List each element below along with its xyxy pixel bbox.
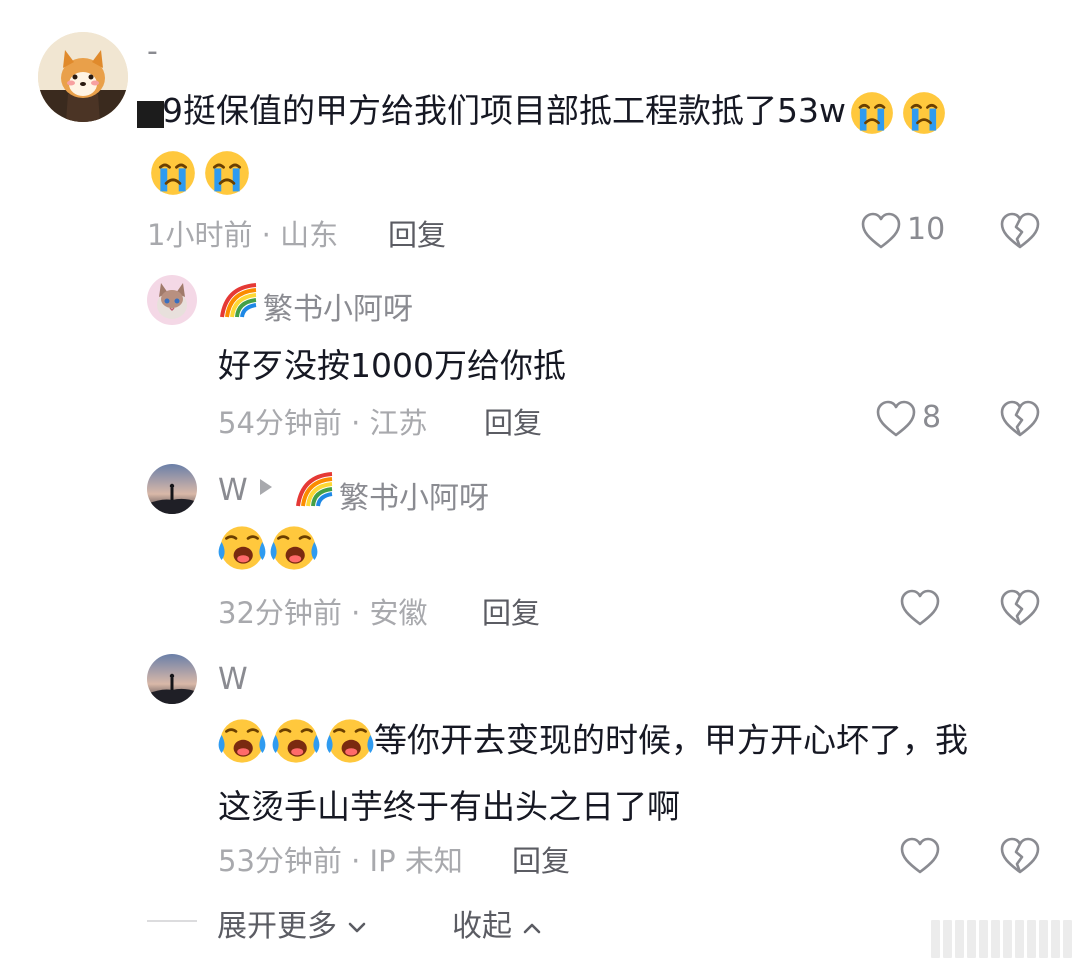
expand-more-button[interactable]: 展开更多 bbox=[217, 901, 367, 945]
cry-emoji-icon bbox=[849, 90, 894, 135]
avatar-silhouette[interactable] bbox=[147, 464, 197, 514]
chevron-up-icon bbox=[523, 923, 540, 933]
chevron-down-icon bbox=[348, 922, 365, 932]
cry-emoji-icon bbox=[901, 90, 946, 135]
reply-meta: 32分钟前 · 安徽 bbox=[218, 596, 428, 630]
avatar-cat[interactable] bbox=[147, 275, 197, 325]
wail-emoji-icon bbox=[218, 717, 266, 764]
dislike-broken-heart-icon[interactable] bbox=[1000, 212, 1040, 250]
reply-username[interactable]: W bbox=[218, 473, 248, 508]
rainbow-icon bbox=[220, 283, 258, 319]
like-count: 8 bbox=[922, 400, 942, 435]
dislike-broken-heart-icon[interactable] bbox=[1000, 400, 1040, 438]
cry-emoji-icon bbox=[204, 150, 250, 196]
dislike-broken-heart-icon[interactable] bbox=[1000, 837, 1040, 875]
reply-button[interactable]: 回复 bbox=[512, 838, 570, 880]
reply-text: 等你开去变现的时候，甲方开心坏了，我 bbox=[374, 720, 968, 760]
expand-more-label: 展开更多 bbox=[217, 909, 337, 944]
like-heart-icon[interactable] bbox=[900, 589, 940, 627]
reply-arrow-icon bbox=[260, 479, 272, 495]
like-heart-icon[interactable] bbox=[876, 400, 916, 438]
reply-button[interactable]: 回复 bbox=[484, 400, 542, 442]
reply-username[interactable]: W bbox=[218, 662, 248, 697]
watermark-stripes bbox=[931, 920, 1072, 958]
wail-emoji-icon bbox=[218, 525, 266, 571]
like-heart-icon[interactable] bbox=[861, 212, 901, 250]
cat-avatar-image bbox=[147, 275, 197, 325]
reply-text-line2: 这烫手山芋终于有出头之日了啊 bbox=[218, 787, 680, 826]
wail-emoji-icon bbox=[326, 717, 374, 764]
comment-meta: 1小时前 · 山东 bbox=[147, 218, 339, 252]
reply-button[interactable]: 回复 bbox=[482, 590, 540, 632]
comment-text-line1: 9挺保值的甲方给我们项目部抵工程款抵了53w bbox=[162, 88, 946, 135]
comment-username[interactable]: - bbox=[147, 34, 158, 69]
collapse-label: 收起 bbox=[452, 909, 512, 944]
wail-emoji-icon bbox=[270, 525, 318, 571]
rainbow-icon bbox=[296, 472, 334, 508]
shiba-avatar-image bbox=[38, 32, 128, 122]
silhouette-avatar-image bbox=[147, 464, 197, 514]
reply-text: 好歹没按1000万给你抵 bbox=[218, 346, 566, 385]
reply-emoji-line bbox=[218, 524, 318, 572]
avatar-silhouette[interactable] bbox=[147, 654, 197, 704]
dislike-broken-heart-icon[interactable] bbox=[1000, 589, 1040, 627]
reply-meta: 54分钟前 · 江苏 bbox=[218, 406, 428, 440]
silhouette-avatar-image bbox=[147, 654, 197, 704]
comment-text-line2 bbox=[150, 150, 250, 196]
reply-username[interactable]: 繁书小阿呀 bbox=[263, 284, 413, 328]
wail-emoji-icon bbox=[272, 717, 320, 764]
reply-text-line1: 等你开去变现的时候，甲方开心坏了，我 bbox=[218, 714, 968, 766]
cry-emoji-icon bbox=[150, 150, 196, 196]
collapse-button[interactable]: 收起 bbox=[452, 901, 542, 945]
comment-text: 9挺保值的甲方给我们项目部抵工程款抵了53w bbox=[162, 91, 846, 130]
like-count: 10 bbox=[907, 212, 946, 247]
like-heart-icon[interactable] bbox=[900, 837, 940, 875]
avatar-shiba[interactable] bbox=[38, 32, 128, 122]
reply-button[interactable]: 回复 bbox=[388, 212, 446, 254]
footer-divider bbox=[147, 920, 197, 922]
reply-meta: 53分钟前 · IP 未知 bbox=[218, 844, 463, 878]
redaction-bar bbox=[137, 101, 164, 128]
reply-to-username[interactable]: 繁书小阿呀 bbox=[339, 473, 489, 517]
